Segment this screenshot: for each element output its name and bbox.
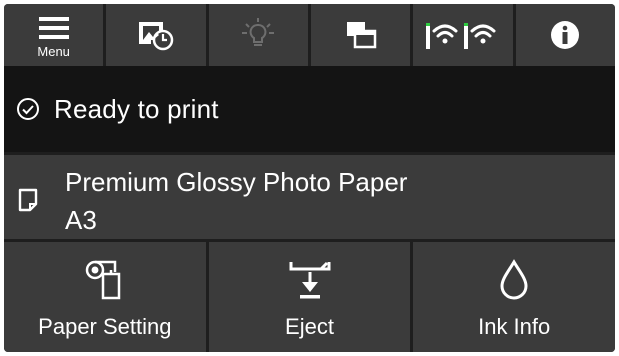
image-clock-icon xyxy=(138,22,174,51)
paper-sheet-icon xyxy=(18,188,38,212)
eject-label: Eject xyxy=(285,314,334,339)
info-icon xyxy=(551,21,580,49)
light-button[interactable] xyxy=(208,4,308,66)
status-bar: Ready to print xyxy=(4,66,615,152)
menu-button[interactable]: Menu xyxy=(4,4,104,66)
ink-drop-icon xyxy=(500,259,528,300)
paper-info-panel[interactable]: Premium Glossy Photo Paper A3 xyxy=(4,155,615,239)
windows-icon xyxy=(346,22,376,49)
action-bar: Paper Setting Eject Ink Info xyxy=(4,242,615,352)
menu-label: Menu xyxy=(37,44,70,59)
network-status-button[interactable] xyxy=(413,4,513,66)
information-button[interactable] xyxy=(515,4,615,66)
status-text: Ready to print xyxy=(54,93,219,124)
switch-window-button[interactable] xyxy=(310,4,411,66)
paper-setting-button[interactable]: Paper Setting xyxy=(4,242,206,352)
check-circle-icon xyxy=(17,98,39,120)
eject-button[interactable]: Eject xyxy=(208,242,411,352)
light-bulb-icon xyxy=(242,18,275,46)
printer-control-panel: Menu Ready to print Premium Glossy Photo… xyxy=(4,4,615,352)
image-schedule-button[interactable] xyxy=(106,4,206,66)
paper-setting-icon xyxy=(85,260,121,300)
wifi-status-icon xyxy=(425,23,496,49)
paper-size: A3 xyxy=(65,205,97,235)
menu-icon xyxy=(38,17,69,39)
ink-info-label: Ink Info xyxy=(478,314,551,339)
top-toolbar: Menu xyxy=(4,4,615,66)
paper-type: Premium Glossy Photo Paper xyxy=(65,167,408,197)
paper-setting-label: Paper Setting xyxy=(38,314,172,339)
eject-icon xyxy=(289,261,330,299)
ink-info-button[interactable]: Ink Info xyxy=(413,242,615,352)
